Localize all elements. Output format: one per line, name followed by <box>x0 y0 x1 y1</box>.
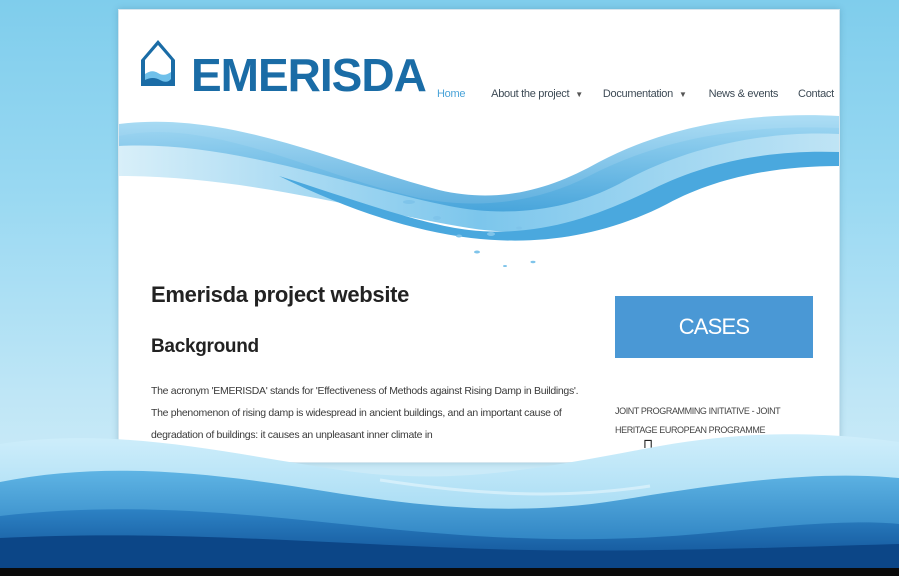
nav-item-home[interactable]: Home <box>437 88 465 100</box>
page-title: Emerisda project website <box>151 282 410 307</box>
water-wave-graphic <box>119 115 839 267</box>
nav-item-documentation-label: Documentation <box>602 88 673 100</box>
foreground-wave-graphic <box>0 434 899 568</box>
nav-item-about[interactable]: About the project ▼ <box>491 88 583 100</box>
nav-item-contact[interactable]: Contact <box>798 88 834 100</box>
nav-item-news[interactable]: News & events <box>709 88 779 100</box>
main-nav: Home About the project ▼ Documentation ▼… <box>437 84 834 104</box>
emerisda-logo-icon <box>141 40 175 86</box>
nav-item-about-label: About the project <box>491 88 570 100</box>
cases-button[interactable]: CASES <box>615 296 813 358</box>
section-heading-background: Background <box>151 336 259 357</box>
site-logo-text[interactable]: EMERISDA <box>191 50 427 100</box>
caret-down-icon: ▼ <box>575 89 583 99</box>
nav-item-documentation[interactable]: Documentation ▼ <box>603 88 687 100</box>
caret-down-icon: ▼ <box>678 89 687 99</box>
website-frame: EMERISDA Home About the project ▼ Docume… <box>118 9 840 463</box>
bottom-black-bar <box>0 568 899 576</box>
